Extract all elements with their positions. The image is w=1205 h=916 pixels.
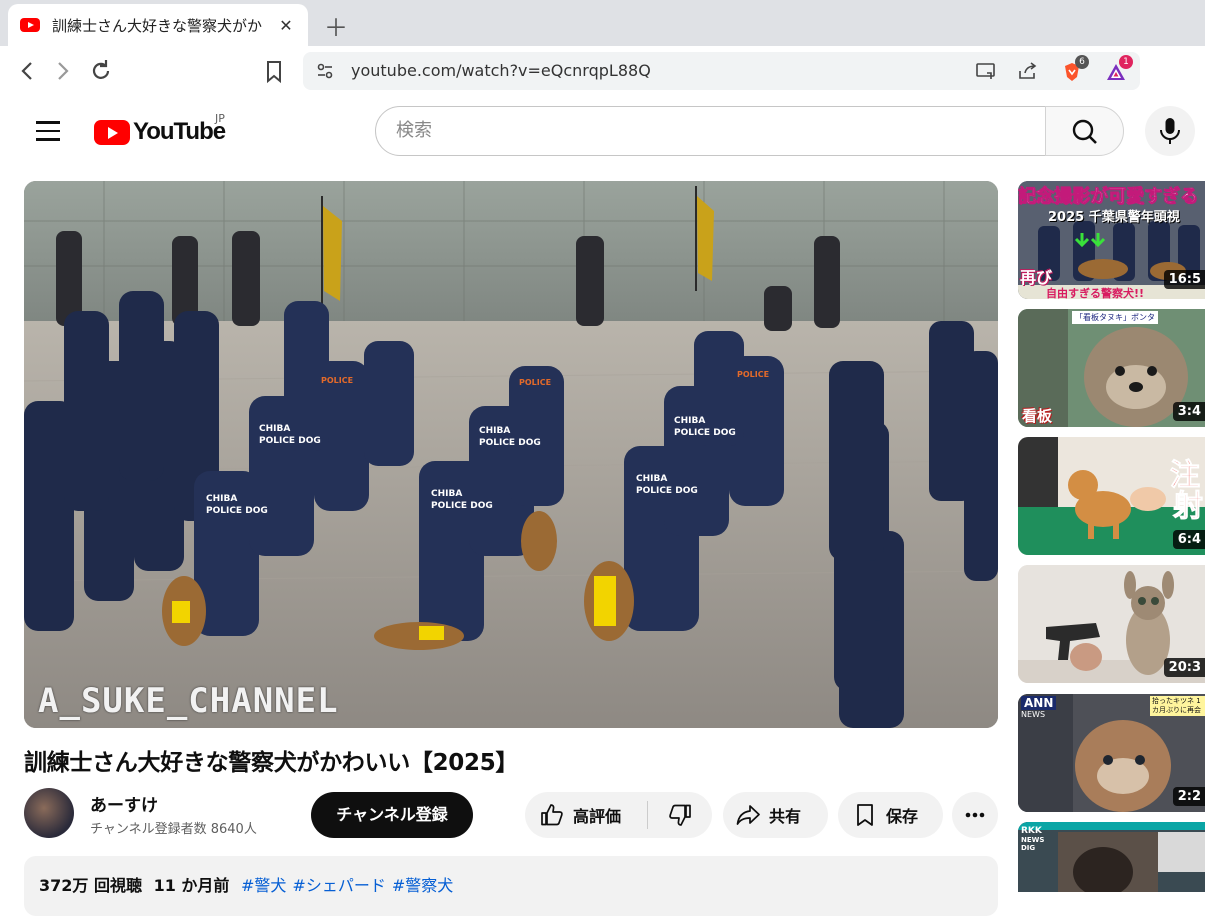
url-text: youtube.com/watch?v=eQcnrqpL88Q (351, 61, 651, 80)
brave-rewards-icon[interactable]: 1 (1105, 55, 1133, 81)
video-duration: 2:2 (1172, 787, 1205, 806)
address-bar[interactable]: youtube.com/watch?v=eQcnrqpL88Q 6 1 (303, 52, 1140, 90)
recommended-video-thumbnail[interactable]: RKK NEWS DIG (1018, 822, 1205, 892)
save-label: 保存 (886, 807, 919, 826)
back-icon[interactable] (12, 56, 42, 86)
youtube-logo[interactable]: YouTube JP (94, 112, 226, 146)
video-duration: 3:4 (1172, 402, 1205, 421)
thumbnail-overlay-text: 「看板タヌキ」ポンタ (1072, 311, 1158, 324)
svg-text:POLICE DOG: POLICE DOG (259, 436, 321, 446)
video-title: 訓練士さん大好きな警察犬がかわいい【2025】 (24, 750, 519, 776)
voice-search-button[interactable] (1145, 106, 1195, 156)
news-channel-logo: RKK (1021, 826, 1042, 836)
close-tab-icon[interactable]: ✕ (274, 16, 298, 35)
upload-age: 11 か月前 (153, 876, 230, 895)
search-button[interactable] (1045, 106, 1124, 156)
shields-badge: 6 (1075, 55, 1089, 69)
video-player[interactable]: CHIBA POLICE DOG CHIBA POLICE DOG CHIBA POL… (24, 181, 998, 728)
rewards-badge: 1 (1119, 55, 1133, 69)
video-frame: CHIBA POLICE DOG CHIBA POLICE DOG CHIBA POL… (24, 181, 998, 728)
like-button[interactable]: 高評価 (525, 792, 647, 838)
description-box[interactable]: 372万 回視聴 11 か月前 #警犬 #シェパード #警察犬 (24, 856, 998, 916)
like-dislike-group: 高評価 (525, 792, 712, 838)
youtube-favicon-icon (20, 18, 40, 32)
menu-icon[interactable] (36, 121, 60, 141)
svg-text:CHIBA: CHIBA (431, 489, 462, 499)
subscriber-count: チャンネル登録者数 8640人 (90, 822, 257, 837)
channel-watermark: A_SUKE_CHANNEL (38, 681, 339, 721)
search-box: 検索 (375, 106, 1125, 156)
save-bookmark-icon (857, 804, 873, 826)
view-count: 372万 回視聴 (39, 876, 142, 895)
news-channel-logo: ANN (1021, 696, 1057, 710)
search-icon (1072, 119, 1097, 144)
thumbnail-overlay-text: 記念撮影が可愛すぎる (1018, 186, 1198, 208)
thumbnail-overlay-text: 拾ったキツネ 1カ月ぶりに再会 (1150, 696, 1205, 716)
more-horizontal-icon (965, 812, 985, 818)
svg-text:POLICE DOG: POLICE DOG (431, 501, 493, 511)
hashtag-link[interactable]: #警犬 (241, 876, 286, 895)
forward-icon[interactable] (48, 56, 78, 86)
svg-text:CHIBA: CHIBA (674, 416, 705, 426)
thumbnail-caption: 自由すぎる警察犬!! (1046, 287, 1145, 299)
brave-shields-icon[interactable]: 6 (1061, 55, 1089, 81)
hashtag-link[interactable]: #シェパード (292, 876, 385, 895)
share-page-icon[interactable] (1017, 61, 1037, 81)
hashtag-link[interactable]: #警察犬 (392, 876, 453, 895)
thumbnail-overlay-text: 注 (1170, 458, 1201, 493)
svg-text:POLICE: POLICE (519, 378, 551, 387)
svg-text:CHIBA: CHIBA (206, 494, 237, 504)
news-channel-sub: NEWS (1021, 710, 1046, 719)
dislike-button[interactable] (648, 792, 712, 838)
new-tab-button[interactable]: ＋ (322, 8, 350, 43)
svg-text:POLICE DOG: POLICE DOG (636, 486, 698, 496)
save-button[interactable]: 保存 (838, 792, 943, 838)
share-label: 共有 (769, 807, 802, 826)
browser-tab-active[interactable]: 訓練士さん大好きな警察犬がかわいい ✕ (8, 4, 308, 46)
thumbnail-image (1018, 822, 1205, 892)
search-input[interactable]: 検索 (375, 106, 1046, 156)
channel-avatar[interactable] (24, 788, 74, 838)
thumbs-up-icon (541, 804, 563, 826)
thumbnail-overlay-text: 2025 千葉県警年頭視 (1048, 210, 1180, 225)
svg-text:CHIBA: CHIBA (479, 426, 510, 436)
recommended-video-thumbnail[interactable]: 20:3 (1018, 565, 1205, 683)
browser-toolbar: youtube.com/watch?v=eQcnrqpL88Q 6 1 (0, 46, 1205, 96)
more-actions-button[interactable] (952, 792, 998, 838)
subscribe-button[interactable]: チャンネル登録 (311, 792, 473, 838)
video-duration: 16:5 (1163, 270, 1205, 289)
site-settings-icon[interactable] (315, 61, 335, 81)
recommended-video-thumbnail[interactable]: 注 射 6:4 (1018, 437, 1205, 555)
recommended-video-thumbnail[interactable]: 「看板タヌキ」ポンタ 看板 3:4 (1018, 309, 1205, 427)
svg-text:POLICE DOG: POLICE DOG (479, 438, 541, 448)
region-code: JP (215, 112, 225, 125)
recommended-video-thumbnail[interactable]: 記念撮影が可愛すぎる 2025 千葉県警年頭視 再び 自由すぎる警察犬!! 16… (1018, 181, 1205, 299)
svg-text:CHIBA: CHIBA (259, 424, 290, 434)
bookmark-icon[interactable] (259, 56, 289, 86)
channel-name[interactable]: あーすけ (90, 791, 158, 816)
reload-icon[interactable] (86, 56, 116, 86)
svg-text:POLICE DOG: POLICE DOG (206, 506, 268, 516)
cast-icon[interactable] (975, 61, 995, 81)
microphone-icon (1160, 118, 1180, 144)
svg-text:POLICE: POLICE (737, 370, 769, 379)
news-channel-sub: NEWS DIG (1021, 836, 1045, 852)
recommended-video-thumbnail[interactable]: ANN NEWS 拾ったキツネ 1カ月ぶりに再会 2:2 (1018, 694, 1205, 812)
video-duration: 6:4 (1172, 530, 1205, 549)
logo-text: YouTube (133, 118, 226, 145)
like-label: 高評価 (573, 807, 622, 826)
svg-text:CHIBA: CHIBA (636, 474, 667, 484)
youtube-masthead: YouTube JP 検索 (0, 96, 1205, 168)
tab-strip: 訓練士さん大好きな警察犬がかわいい ✕ ＋ (0, 0, 1205, 46)
svg-text:POLICE: POLICE (321, 376, 353, 385)
thumbs-down-icon (669, 804, 691, 826)
youtube-play-icon (94, 119, 130, 145)
tab-title: 訓練士さん大好きな警察犬がかわいい (52, 16, 262, 35)
video-duration: 20:3 (1163, 658, 1205, 677)
share-button[interactable]: 共有 (723, 792, 828, 838)
share-icon (736, 805, 760, 825)
svg-text:POLICE DOG: POLICE DOG (674, 428, 736, 438)
thumbnail-overlay-text: 看板 (1022, 407, 1053, 425)
thumbnail-overlay-text: 射 (1173, 489, 1204, 524)
